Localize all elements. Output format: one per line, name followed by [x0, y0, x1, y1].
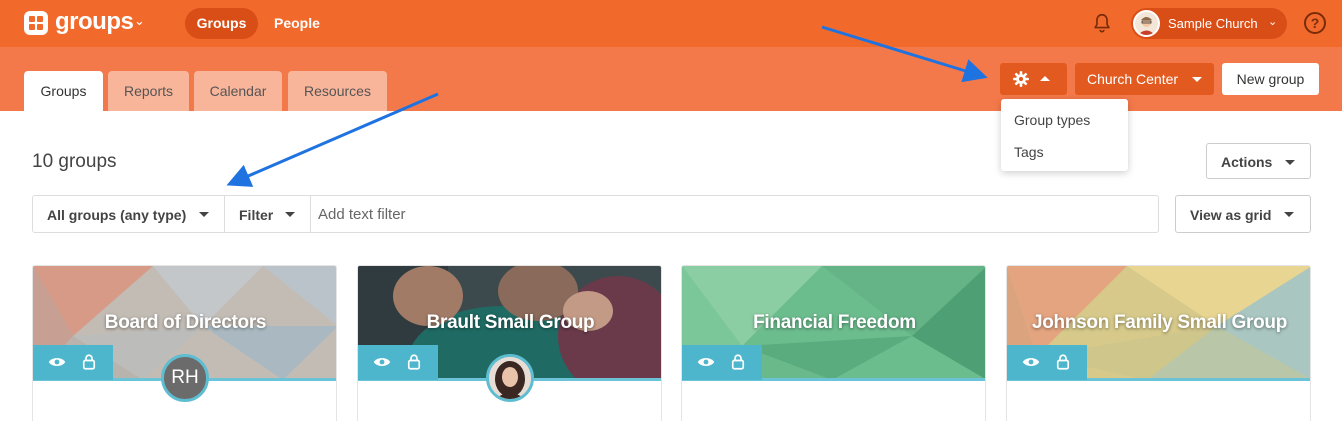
- eye-icon: [373, 358, 391, 366]
- church-center-button[interactable]: Church Center: [1075, 63, 1214, 95]
- leader-avatar: RH: [161, 354, 209, 402]
- notifications-bell-icon[interactable]: [1091, 12, 1113, 34]
- nav-groups[interactable]: Groups: [185, 8, 258, 39]
- menu-item-tags[interactable]: Tags: [1014, 144, 1044, 160]
- view-label: View as grid: [1190, 207, 1272, 223]
- account-name: Sample Church: [1168, 16, 1258, 31]
- group-card-board-of-directors[interactable]: Board of Directors RH: [32, 265, 337, 421]
- nav-people[interactable]: People: [274, 15, 320, 31]
- group-type-label: All groups (any type): [47, 207, 187, 223]
- gear-icon: [1013, 71, 1029, 87]
- text-filter-input[interactable]: [313, 198, 1143, 230]
- actions-button[interactable]: Actions: [1206, 143, 1311, 179]
- top-bar: groups ⌄ Groups People Sample Church ⌄ ?: [0, 0, 1342, 47]
- group-card-johnson-family-small-group[interactable]: Johnson Family Small Group: [1006, 265, 1311, 421]
- lock-icon: [407, 354, 421, 370]
- view-as-grid-button[interactable]: View as grid: [1175, 195, 1311, 233]
- card-title: Financial Freedom: [753, 312, 916, 333]
- actions-label: Actions: [1221, 154, 1273, 170]
- app-switcher-chevron-icon[interactable]: ⌄: [134, 13, 145, 29]
- caret-down-icon: [1285, 160, 1295, 165]
- caret-down-icon: [285, 212, 295, 217]
- card-title: Board of Directors: [104, 312, 267, 333]
- account-avatar: [1133, 10, 1160, 37]
- settings-button[interactable]: [1000, 63, 1067, 95]
- tab-reports[interactable]: Reports: [108, 71, 189, 111]
- filter-button[interactable]: Filter: [225, 196, 311, 232]
- caret-up-icon: [1040, 76, 1050, 81]
- sub-bar: Groups Reports Calendar Resources Church…: [0, 47, 1342, 111]
- card-title: Johnson Family Small Group: [1031, 312, 1288, 333]
- leader-avatar: [486, 354, 534, 402]
- church-center-label: Church Center: [1087, 71, 1179, 87]
- groups-logo-icon[interactable]: [24, 11, 48, 35]
- avatar-initials: RH: [171, 367, 199, 388]
- help-icon[interactable]: ?: [1304, 12, 1326, 34]
- tab-groups[interactable]: Groups: [24, 71, 103, 111]
- filter-bar: All groups (any type) Filter: [32, 195, 1159, 233]
- eye-icon: [48, 358, 66, 366]
- group-type-select[interactable]: All groups (any type): [33, 196, 225, 232]
- app-name[interactable]: groups: [55, 8, 134, 36]
- lock-icon: [731, 354, 745, 370]
- lock-icon: [1056, 354, 1070, 370]
- group-card-brault-small-group[interactable]: Brault Small Group: [357, 265, 662, 421]
- menu-item-group-types[interactable]: Group types: [1014, 112, 1090, 128]
- new-group-button[interactable]: New group: [1222, 63, 1319, 95]
- visibility-badge: [1007, 345, 1087, 380]
- card-title: Brault Small Group: [426, 312, 595, 333]
- tab-calendar[interactable]: Calendar: [194, 71, 282, 111]
- group-card-financial-freedom[interactable]: Financial Freedom: [681, 265, 986, 421]
- visibility-badge: [33, 345, 113, 380]
- visibility-badge: [358, 345, 438, 380]
- caret-down-icon: [199, 212, 209, 217]
- caret-down-icon: [1192, 77, 1202, 82]
- caret-down-icon: [1284, 212, 1294, 217]
- group-count: 10 groups: [32, 151, 117, 172]
- lock-icon: [82, 354, 96, 370]
- eye-icon: [697, 358, 715, 366]
- visibility-badge: [682, 345, 762, 380]
- eye-icon: [1022, 358, 1040, 366]
- settings-menu: Group types Tags: [1001, 99, 1128, 171]
- filter-label: Filter: [239, 207, 274, 223]
- tab-resources[interactable]: Resources: [288, 71, 387, 111]
- account-chevron-icon: ⌄: [1268, 16, 1278, 28]
- account-menu[interactable]: Sample Church ⌄: [1131, 8, 1287, 39]
